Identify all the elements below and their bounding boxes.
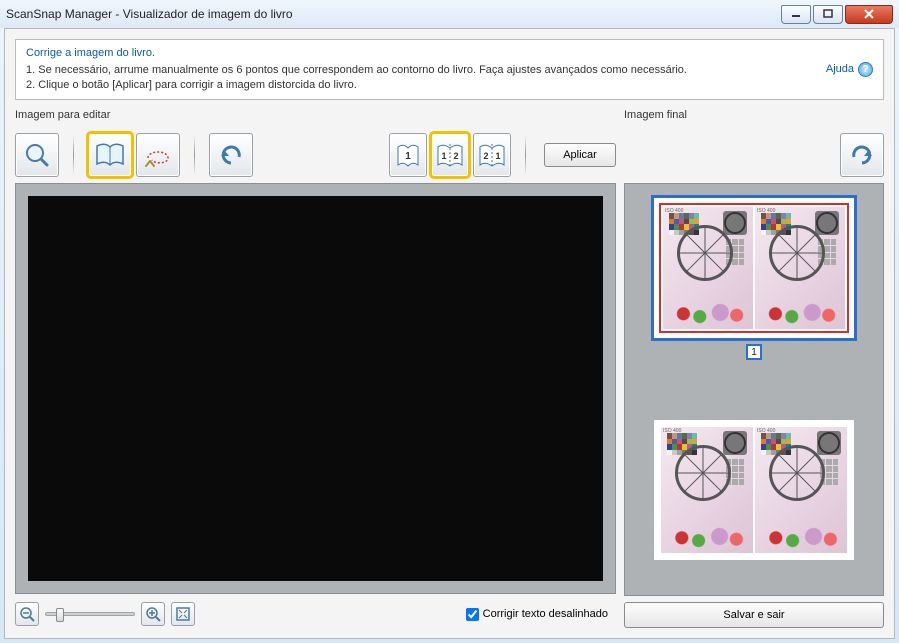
toolbar-separator <box>194 135 195 175</box>
svg-text:1: 1 <box>405 151 411 162</box>
window-title: ScanSnap Manager - Visualizador de image… <box>6 7 779 21</box>
svg-text:1: 1 <box>495 151 500 161</box>
wheel-icon <box>769 225 825 281</box>
fruit-decor <box>759 297 841 325</box>
fruit-decor <box>665 521 749 549</box>
apply-button[interactable]: Aplicar <box>544 143 616 167</box>
wheel-icon <box>675 445 731 501</box>
lasso-tool-button[interactable] <box>136 133 180 177</box>
edit-canvas[interactable] <box>28 196 603 580</box>
magnifier-minus-icon <box>19 606 35 622</box>
maximize-button[interactable] <box>813 5 843 24</box>
fit-page-icon <box>175 606 191 622</box>
zoom-in-button[interactable] <box>141 602 165 626</box>
zoom-slider-thumb[interactable] <box>56 608 64 622</box>
clock-icon <box>815 211 839 235</box>
thumbnail-number-badge: 1 <box>746 344 762 360</box>
titlebar: ScanSnap Manager - Visualizador de image… <box>0 0 899 28</box>
clock-icon <box>723 211 747 235</box>
book-outline-tool-button[interactable] <box>88 133 132 177</box>
undo-button[interactable] <box>209 133 253 177</box>
bottom-toolbar: Corrigir texto desalinhado <box>15 600 616 628</box>
instructions-line1: 1. Se necessário, arrume manualmente os … <box>26 63 826 78</box>
final-panel: Imagem final ISO 40 <box>624 109 884 628</box>
help-link[interactable]: Ajuda ? <box>826 62 873 77</box>
fruit-decor <box>759 521 843 549</box>
correct-skew-checkbox-group: Corrigir texto desalinhado <box>466 608 608 621</box>
thumbnail-image: ISO 400 <box>654 420 854 560</box>
lasso-icon <box>144 142 172 168</box>
thumbnail-2[interactable]: ISO 400 <box>654 420 854 560</box>
close-button[interactable] <box>845 5 893 24</box>
thumbnail-1[interactable]: ISO 400 <box>654 198 854 360</box>
thumbnail-image: ISO 400 <box>654 198 854 338</box>
spread-21-icon: 2 1 <box>478 141 506 169</box>
instructions-line2: 2. Clique o botão [Aplicar] para corrigi… <box>26 78 826 93</box>
svg-text:1: 1 <box>441 151 446 161</box>
help-icon: ? <box>858 62 873 77</box>
zoom-slider[interactable] <box>45 612 135 616</box>
apply-button-label: Aplicar <box>563 149 597 161</box>
magnifier-plus-icon <box>145 606 161 622</box>
wheel-icon <box>769 445 825 501</box>
page-mode-spread-21-button[interactable]: 2 1 <box>473 133 511 177</box>
toolbar-separator <box>73 135 74 175</box>
final-panel-label: Imagem final <box>624 109 884 123</box>
instructions-text: Corrige a imagem do livro. 1. Se necessá… <box>26 46 826 93</box>
final-toolbar <box>624 127 884 183</box>
instructions-bar: Corrige a imagem do livro. 1. Se necessá… <box>15 39 884 100</box>
svg-text:2: 2 <box>483 151 488 161</box>
page-mode-spread-12-button[interactable]: 1 2 <box>431 133 469 177</box>
correct-skew-checkbox[interactable] <box>466 608 479 621</box>
toolbar-separator <box>525 135 526 175</box>
spread-12-icon: 1 2 <box>436 141 464 169</box>
save-and-exit-label: Salvar e sair <box>723 609 784 621</box>
save-and-exit-button[interactable]: Salvar e sair <box>624 602 884 628</box>
columns: Imagem para editar <box>15 109 884 628</box>
edit-viewport[interactable] <box>15 183 616 594</box>
final-thumbnails-viewport[interactable]: ISO 400 <box>624 183 884 596</box>
redo-icon <box>848 143 876 167</box>
instructions-heading: Corrige a imagem do livro. <box>26 46 826 61</box>
zoom-tool-button[interactable] <box>15 133 59 177</box>
fit-page-button[interactable] <box>171 602 195 626</box>
edit-toolbar: 1 1 2 <box>15 127 616 183</box>
help-label: Ajuda <box>826 63 854 75</box>
window-root: ScanSnap Manager - Visualizador de image… <box>0 0 899 643</box>
undo-icon <box>217 143 245 167</box>
svg-text:2: 2 <box>453 151 458 161</box>
magnifier-icon <box>23 141 51 169</box>
edit-panel-label: Imagem para editar <box>15 109 616 123</box>
page-mode-single-button[interactable]: 1 <box>389 133 427 177</box>
zoom-out-button[interactable] <box>15 602 39 626</box>
redo-button[interactable] <box>840 133 884 177</box>
content-area: Corrige a imagem do livro. 1. Se necessá… <box>4 28 895 639</box>
window-controls <box>779 5 893 24</box>
correct-skew-label: Corrigir texto desalinhado <box>483 608 608 620</box>
fruit-decor <box>667 297 749 325</box>
edit-panel: Imagem para editar <box>15 109 616 628</box>
single-page-icon: 1 <box>396 141 420 169</box>
clock-icon <box>817 431 841 455</box>
minimize-button[interactable] <box>781 5 811 24</box>
open-book-icon <box>95 142 125 168</box>
wheel-icon <box>677 225 733 281</box>
clock-icon <box>723 431 747 455</box>
